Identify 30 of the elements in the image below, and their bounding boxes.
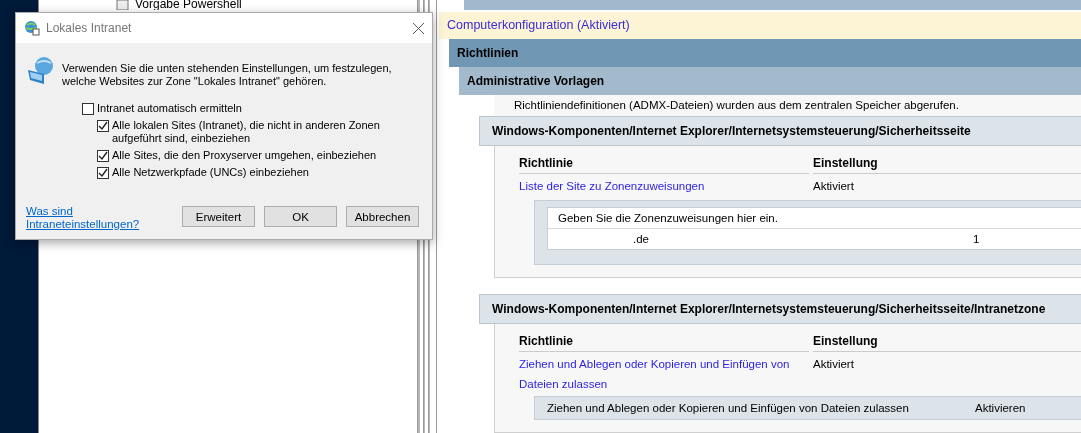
column-header: Richtlinie (519, 330, 809, 353)
section-header[interactable]: Windows-Komponenten/Internet Explorer/Internetsystemsteuerung/Sicherheitsseite (479, 115, 1081, 146)
category-heading[interactable]: Richtlinien (449, 38, 1081, 67)
column-header: Einstellung (813, 151, 1081, 174)
policy-setting: Aktiviert (813, 178, 855, 194)
table-cell-text: .de (632, 232, 650, 245)
section-heading[interactable]: Computerkonfiguration (Aktiviert) (439, 11, 1081, 39)
detail-cell-text: Aktivieren (975, 402, 1027, 415)
table-header: Geben Sie die Zonenzuweisungen hier ein. (548, 207, 1081, 229)
dialog-button[interactable]: OK (264, 206, 337, 227)
policy-setting: Aktiviert (813, 357, 855, 373)
policy-link[interactable]: Ziehen und Ablegen oder Kopieren und Einfügen von Dateien zulassen (519, 352, 809, 395)
dialog-button[interactable]: Erweitert (182, 206, 255, 227)
column-header: Richtlinie (519, 151, 809, 174)
dialog-button[interactable]: Abbrechen (346, 206, 419, 227)
table-cell-text: 1 (973, 232, 981, 245)
detail-cell-text: Ziehen und Ablegen oder Kopieren und Einfügen von Dateien zulassen (547, 402, 910, 415)
section-header[interactable]: Windows-Komponenten/Internet Explorer/Internetsystemsteuerung/Sicherheitsseite/Intranetzone (479, 294, 1081, 325)
column-header: Einstellung (813, 330, 1081, 353)
tree-item[interactable]: Vorgabe Powershell (115, 0, 410, 10)
checkbox-label: Intranet automatisch ermitteln (97, 102, 242, 115)
policy-link[interactable]: Liste der Site zu Zonenzuweisungen (519, 173, 809, 196)
window-title: Lokales Intranet (46, 21, 133, 35)
checkbox-label: Alle lokalen Sites (Intranet), die nicht in anderen Zonen aufgeführt sind, einbeziehen (112, 119, 381, 145)
category-heading[interactable]: Administrative Vorlagen (459, 66, 1081, 95)
checkbox-label: Alle Sites, die den Proxyserver umgehen, einbeziehen (112, 149, 377, 162)
info-text: Richtliniendefinitionen (ADMX-Dateien) wurden aus dem zentralen Speicher abgerufen. (494, 94, 1081, 116)
description-text: Verwenden Sie die unten stehenden Einstellungen, um festzulegen, welche Websites zur Zone "Lokales Intranet" gehören. (62, 61, 393, 88)
checkbox-label: Alle Netzwerkpfade (UNCs) einbeziehen (112, 166, 309, 179)
help-link[interactable]: Was sind Intraneteinstellungen? (26, 205, 156, 231)
